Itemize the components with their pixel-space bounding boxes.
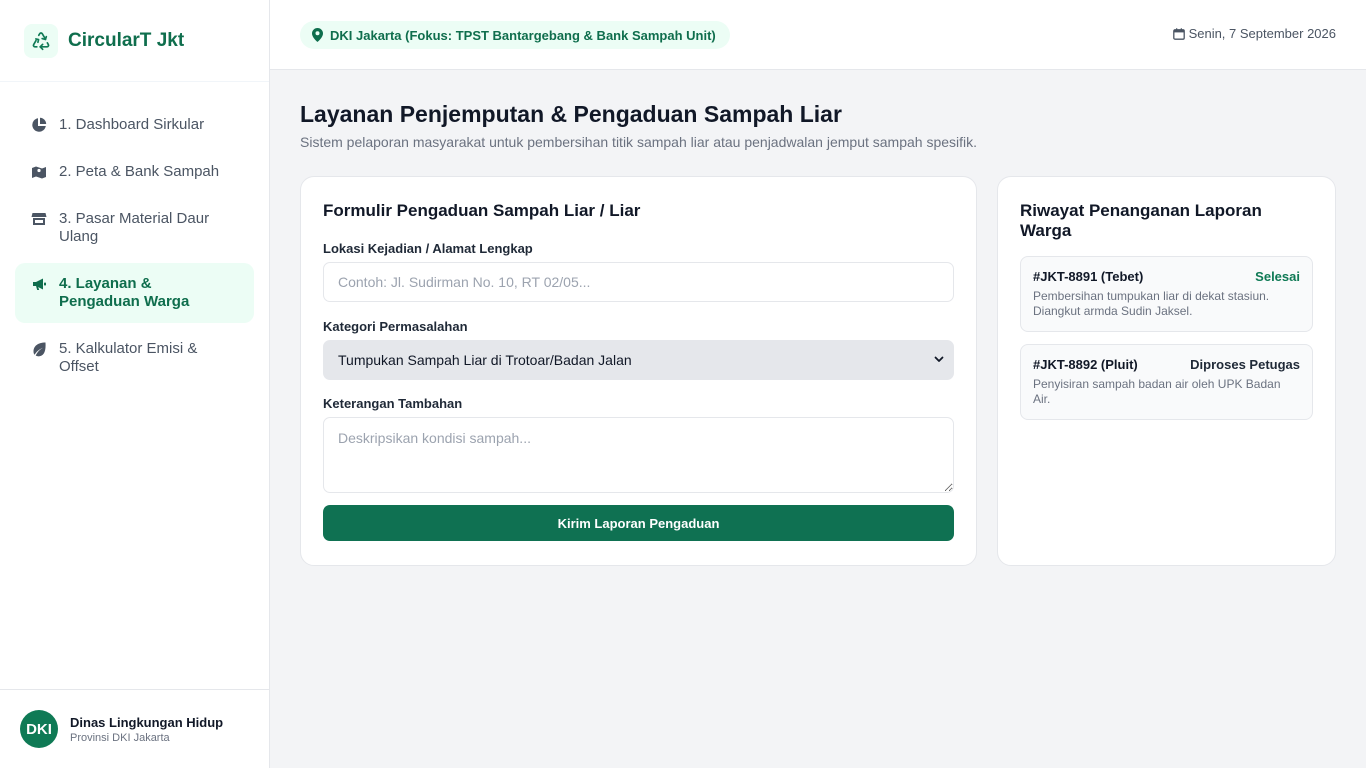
report-history-card: Riwayat Penanganan Laporan Warga #JKT-88… xyxy=(997,176,1336,566)
sidebar-item-label: 2. Peta & Bank Sampah xyxy=(59,163,220,180)
user-profile[interactable]: DKI Dinas Lingkungan Hidup Provinsi DKI … xyxy=(0,689,269,768)
current-date: Senin, 7 September 2026 xyxy=(1172,26,1336,41)
status-badge: Diproses Petugas xyxy=(1190,357,1300,372)
top-header: DKI Jakarta (Fokus: TPST Bantargebang & … xyxy=(270,0,1366,70)
sidebar-item-map[interactable]: 2. Peta & Bank Sampah xyxy=(15,151,254,193)
location-badge: DKI Jakarta (Fokus: TPST Bantargebang & … xyxy=(300,21,730,49)
sidebar-item-label: 1. Dashboard Sirkular xyxy=(59,116,205,133)
status-badge: Selesai xyxy=(1255,269,1300,284)
page-subtitle: Sistem pelaporan masyarakat untuk pember… xyxy=(300,134,978,150)
category-select[interactable]: Tumpukan Sampah Liar di Trotoar/Badan Ja… xyxy=(323,340,954,380)
brand-name: CircularT Jkt xyxy=(68,29,185,51)
submit-report-button[interactable]: Kirim Laporan Pengaduan xyxy=(323,505,954,541)
calendar-icon xyxy=(1172,27,1185,40)
report-item[interactable]: #JKT-8891 (Tebet) Selesai Pembersihan tu… xyxy=(1020,256,1313,332)
sidebar: CircularT Jkt 1. Dashboard Sirkular 2. P… xyxy=(0,0,270,768)
sidebar-item-label: 4. Layanan & Pengaduan Warga xyxy=(59,275,190,310)
user-subtitle: Provinsi DKI Jakarta xyxy=(70,731,170,744)
category-selected-value: Tumpukan Sampah Liar di Trotoar/Badan Ja… xyxy=(338,352,632,368)
notes-textarea[interactable] xyxy=(323,417,954,493)
report-description: Penyisiran sampah badan air oleh UPK Bad… xyxy=(1033,377,1281,406)
date-text: Senin, 7 September 2026 xyxy=(1188,26,1336,41)
location-label: Lokasi Kejadian / Alamat Lengkap xyxy=(323,241,533,256)
leaf-icon xyxy=(31,340,47,358)
notes-label: Keterangan Tambahan xyxy=(323,396,463,411)
complaint-form-card: Formulir Pengaduan Sampah Liar / Liar Lo… xyxy=(300,176,977,566)
sidebar-item-complaints[interactable]: 4. Layanan & Pengaduan Warga xyxy=(15,263,254,323)
user-name: Dinas Lingkungan Hidup xyxy=(70,714,224,730)
history-title: Riwayat Penanganan Laporan Warga xyxy=(1020,201,1262,240)
sidebar-item-emission[interactable]: 5. Kalkulator Emisi & Offset xyxy=(15,328,254,388)
sidebar-item-market[interactable]: 3. Pasar Material Daur Ulang xyxy=(15,198,254,258)
report-id: #JKT-8892 (Pluit) xyxy=(1033,357,1138,372)
chevron-down-icon xyxy=(933,352,945,368)
report-description: Pembersihan tumpukan liar di dekat stasi… xyxy=(1033,289,1270,318)
megaphone-icon xyxy=(31,275,47,293)
map-icon xyxy=(31,163,47,181)
category-label: Kategori Permasalahan xyxy=(323,319,468,334)
sidebar-item-dashboard[interactable]: 1. Dashboard Sirkular xyxy=(15,104,254,146)
sidebar-item-label: 5. Kalkulator Emisi & Offset xyxy=(59,340,198,375)
page-title: Layanan Penjemputan & Pengaduan Sampah L… xyxy=(300,101,842,127)
avatar: DKI xyxy=(20,710,58,748)
sidebar-item-label: 3. Pasar Material Daur Ulang xyxy=(59,210,210,245)
map-pin-icon xyxy=(312,28,323,42)
location-text: DKI Jakarta (Fokus: TPST Bantargebang & … xyxy=(330,27,716,43)
form-title: Formulir Pengaduan Sampah Liar / Liar xyxy=(323,201,641,220)
location-input[interactable] xyxy=(323,262,954,302)
brand[interactable]: CircularT Jkt xyxy=(0,0,269,82)
report-id: #JKT-8891 (Tebet) xyxy=(1033,269,1144,284)
report-item[interactable]: #JKT-8892 (Pluit) Diproses Petugas Penyi… xyxy=(1020,344,1313,420)
sidebar-nav: 1. Dashboard Sirkular 2. Peta & Bank Sam… xyxy=(0,82,269,388)
store-icon xyxy=(31,210,47,228)
pie-chart-icon xyxy=(31,116,47,134)
recycle-icon xyxy=(24,23,58,58)
